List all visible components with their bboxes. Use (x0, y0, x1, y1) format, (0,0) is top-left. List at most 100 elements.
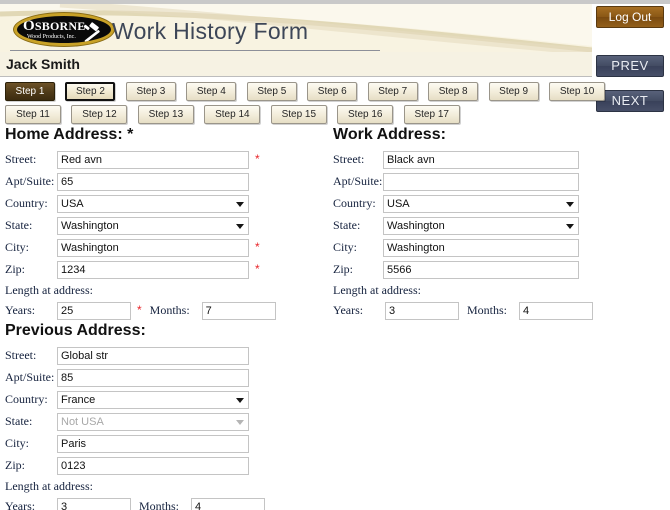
home-years-required-marker: * (137, 301, 142, 320)
home-zip-label: Zip: (5, 260, 57, 279)
previous-street-label: Street: (5, 346, 57, 365)
home-country-row: Country:USA (5, 194, 315, 213)
previous-zip-input[interactable]: 0123 (57, 457, 249, 475)
home-city-input[interactable]: Washington (57, 239, 249, 257)
step-tab-5[interactable]: Step 5 (247, 82, 297, 101)
home-state-select[interactable]: Washington (57, 217, 249, 235)
previous-zip-label: Zip: (5, 456, 57, 475)
work-zip-row: Zip:5566 (333, 260, 653, 279)
work-years-input[interactable]: 3 (385, 302, 459, 320)
step-tab-12[interactable]: Step 12 (71, 105, 127, 124)
chevron-down-icon (236, 420, 244, 425)
home-street-row: Street:Red avn * (5, 150, 315, 169)
logo-name-rest: SBORNE (35, 19, 86, 33)
home-apt-label: Apt/Suite: (5, 172, 57, 191)
work-city-row: City:Washington (333, 238, 653, 257)
work-city-label: City: (333, 238, 383, 257)
home-length-row: Years:25*Months:7 (5, 301, 315, 320)
home-country-select[interactable]: USA (57, 195, 249, 213)
namebar-divider (0, 76, 592, 77)
step-tab-4[interactable]: Step 4 (186, 82, 236, 101)
step-tab-8[interactable]: Step 8 (428, 82, 478, 101)
chevron-down-icon (566, 224, 574, 229)
work-zip-input[interactable]: 5566 (383, 261, 579, 279)
step-tab-14[interactable]: Step 14 (204, 105, 260, 124)
previous-country-row: Country:France (5, 390, 315, 409)
work-address-section: Work Address: Street:Black avn Apt/Suite… (333, 126, 653, 320)
work-apt-input[interactable] (383, 173, 579, 191)
step-tab-11[interactable]: Step 11 (5, 105, 61, 124)
work-country-select[interactable]: USA (383, 195, 579, 213)
previous-apt-input[interactable]: 85 (57, 369, 249, 387)
step-tab-2[interactable]: Step 2 (65, 82, 115, 101)
logout-button[interactable]: Log Out (596, 6, 664, 28)
home-months-input[interactable]: 7 (202, 302, 276, 320)
work-state-row: State: Washington (333, 216, 653, 235)
work-months-input[interactable]: 4 (519, 302, 593, 320)
previous-state-select: Not USA (57, 413, 249, 431)
step-tab-16[interactable]: Step 16 (337, 105, 393, 124)
work-apt-row: Apt/Suite: (333, 172, 653, 191)
work-country-row: Country:USA (333, 194, 653, 213)
home-zip-input[interactable]: 1234 (57, 261, 249, 279)
osborne-logo: OSBORNE Wood Products, Inc. (14, 13, 114, 46)
home-state-label: State: (5, 216, 57, 235)
step-tab-13[interactable]: Step 13 (138, 105, 194, 124)
home-street-input[interactable]: Red avn (57, 151, 249, 169)
step-tab-9[interactable]: Step 9 (489, 82, 539, 101)
work-length-label: Length at address: (333, 283, 653, 298)
home-street-label: Street: (5, 150, 57, 169)
previous-zip-row: Zip:0123 (5, 456, 315, 475)
step-tab-3[interactable]: Step 3 (126, 82, 176, 101)
previous-street-input[interactable]: Global str (57, 347, 249, 365)
work-street-label: Street: (333, 150, 383, 169)
previous-apt-row: Apt/Suite:85 (5, 368, 315, 387)
previous-months-input[interactable]: 4 (191, 498, 265, 510)
step-tab-6[interactable]: Step 6 (307, 82, 357, 101)
home-city-label: City: (5, 238, 57, 257)
previous-state-row: State:Not USA (5, 412, 315, 431)
home-apt-row: Apt/Suite:65 (5, 172, 315, 191)
next-button[interactable]: NEXT (596, 90, 664, 112)
previous-country-select[interactable]: France (57, 391, 249, 409)
step-tab-15[interactable]: Step 15 (271, 105, 327, 124)
home-zip-required-marker: * (255, 260, 260, 279)
chevron-down-icon (566, 202, 574, 207)
prev-button[interactable]: PREV (596, 55, 664, 77)
home-city-row: City:Washington * (5, 238, 315, 257)
chevron-down-icon (236, 224, 244, 229)
work-state-value: Washington (387, 220, 445, 232)
step-navigation: Step 1 Step 2 Step 3 Step 4 Step 5 Step … (5, 82, 590, 128)
home-length-label: Length at address: (5, 283, 315, 298)
user-name-bar: Jack Smith (0, 52, 592, 76)
logo-initial: O (23, 18, 35, 34)
work-address-title: Work Address: (333, 126, 653, 144)
home-zip-row: Zip:1234 * (5, 260, 315, 279)
previous-city-input[interactable]: Paris (57, 435, 249, 453)
work-street-input[interactable]: Black avn (383, 151, 579, 169)
home-state-value: Washington (61, 220, 119, 232)
work-city-input[interactable]: Washington (383, 239, 579, 257)
home-city-required-marker: * (255, 238, 260, 257)
work-street-row: Street:Black avn (333, 150, 653, 169)
home-street-required-marker: * (255, 150, 260, 169)
work-state-label: State: (333, 216, 383, 235)
step-tab-17[interactable]: Step 17 (404, 105, 460, 124)
previous-length-label: Length at address: (5, 479, 315, 494)
step-tab-7[interactable]: Step 7 (368, 82, 418, 101)
previous-apt-label: Apt/Suite: (5, 368, 57, 387)
previous-years-input[interactable]: 3 (57, 498, 131, 510)
home-state-row: State: Washington (5, 216, 315, 235)
chevron-down-icon (236, 202, 244, 207)
chevron-down-icon (236, 398, 244, 403)
work-country-value: USA (387, 198, 410, 210)
work-months-label: Months: (467, 301, 519, 320)
home-years-input[interactable]: 25 (57, 302, 131, 320)
previous-months-label: Months: (139, 497, 191, 510)
home-apt-input[interactable]: 65 (57, 173, 249, 191)
home-country-value: USA (61, 198, 84, 210)
step-tab-1[interactable]: Step 1 (5, 82, 55, 101)
step-tab-10[interactable]: Step 10 (549, 82, 605, 101)
site-banner: OSBORNE Wood Products, Inc. Work History… (0, 4, 592, 52)
work-state-select[interactable]: Washington (383, 217, 579, 235)
